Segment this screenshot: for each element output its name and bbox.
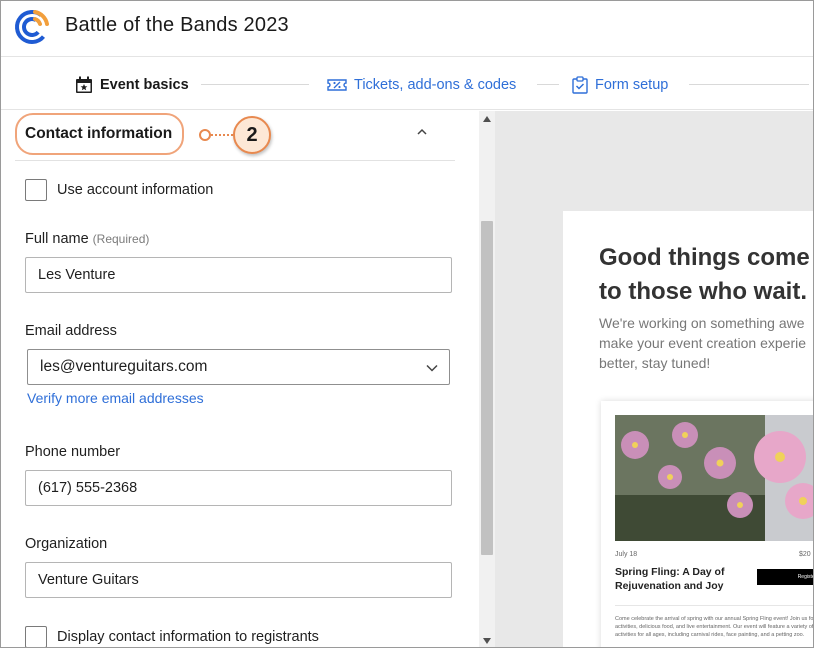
full-name-label: Full name (Required) xyxy=(25,231,149,247)
flowers-image xyxy=(615,415,813,541)
event-preview-pane: Good things come to those who wait. We'r… xyxy=(495,111,814,647)
contact-section-header[interactable]: Contact information 2 xyxy=(15,111,455,161)
organization-label: Organization xyxy=(25,536,108,552)
step-divider xyxy=(201,84,309,85)
constant-contact-logo-icon[interactable] xyxy=(13,7,51,45)
full-name-label-text: Full name xyxy=(25,231,89,247)
display-contact-checkbox[interactable] xyxy=(25,626,47,647)
preview-card-price: $20 xyxy=(799,551,811,558)
step-label: Form setup xyxy=(595,77,669,93)
calendar-star-icon xyxy=(76,76,92,93)
required-hint: (Required) xyxy=(92,232,150,246)
preview-card-title: Spring Fling: A Day of Rejuvenation and … xyxy=(615,566,725,592)
chevron-up-icon[interactable] xyxy=(415,125,429,139)
preview-event-card: July 18 $20 Spring Fling: A Day of Rejuv… xyxy=(601,401,814,647)
step-divider xyxy=(537,84,559,85)
use-account-label: Use account information xyxy=(57,182,214,198)
scroll-thumb[interactable] xyxy=(481,221,493,555)
step-label: Tickets, add-ons & codes xyxy=(354,77,517,93)
step-divider xyxy=(689,84,809,85)
phone-label: Phone number xyxy=(25,444,121,460)
display-contact-label: Display contact information to registran… xyxy=(57,629,319,645)
phone-field[interactable]: (617) 555-2368 xyxy=(25,470,452,506)
callout-connector xyxy=(211,134,233,136)
contact-form-panel: Contact information 2 Use account inform… xyxy=(1,111,479,647)
step-label: Event basics xyxy=(100,77,189,93)
scroll-up-arrow-icon[interactable] xyxy=(483,116,491,122)
step-nav: Event basics Tickets, add-ons & codes Fo… xyxy=(1,57,813,110)
step-form-setup[interactable]: Form setup xyxy=(572,75,668,95)
clipboard-check-icon xyxy=(572,76,588,94)
use-account-checkbox[interactable] xyxy=(25,179,47,201)
app-header: Battle of the Bands 2023 xyxy=(1,1,813,57)
callout-badge: 2 xyxy=(233,116,271,154)
scroll-down-arrow-icon[interactable] xyxy=(483,638,491,644)
callout-dot xyxy=(199,129,211,141)
preview-card-date: July 18 xyxy=(615,551,638,558)
email-value: les@ventureguitars.com xyxy=(40,358,208,375)
preview-subtext: We're working on something awe make your… xyxy=(599,315,806,371)
email-select[interactable]: les@ventureguitars.com xyxy=(27,349,450,385)
section-title: Contact information xyxy=(15,113,185,155)
preview-divider xyxy=(615,605,813,606)
email-label: Email address xyxy=(25,323,117,339)
full-name-field[interactable]: Les Venture xyxy=(25,257,452,293)
preview-register-button: Register xyxy=(757,569,813,585)
event-title: Battle of the Bands 2023 xyxy=(65,14,289,36)
verify-email-link[interactable]: Verify more email addresses xyxy=(27,390,204,406)
organization-field[interactable]: Venture Guitars xyxy=(25,562,452,598)
full-name-value: Les Venture xyxy=(38,267,116,283)
chevron-down-icon xyxy=(426,364,438,372)
preview-page: Good things come to those who wait. We'r… xyxy=(563,211,814,647)
preview-card-body: Come celebrate the arrival of spring wit… xyxy=(615,616,814,638)
preview-heading: Good things come to those who wait. xyxy=(599,244,810,305)
phone-value: (617) 555-2368 xyxy=(38,480,138,496)
ticket-percent-icon xyxy=(327,79,347,91)
step-tickets[interactable]: Tickets, add-ons & codes xyxy=(327,75,516,95)
app-window: Battle of the Bands 2023 Event basics Ti… xyxy=(0,0,814,648)
form-scrollbar[interactable] xyxy=(479,111,495,647)
step-event-basics[interactable]: Event basics xyxy=(75,75,189,95)
organization-value: Venture Guitars xyxy=(38,572,139,588)
